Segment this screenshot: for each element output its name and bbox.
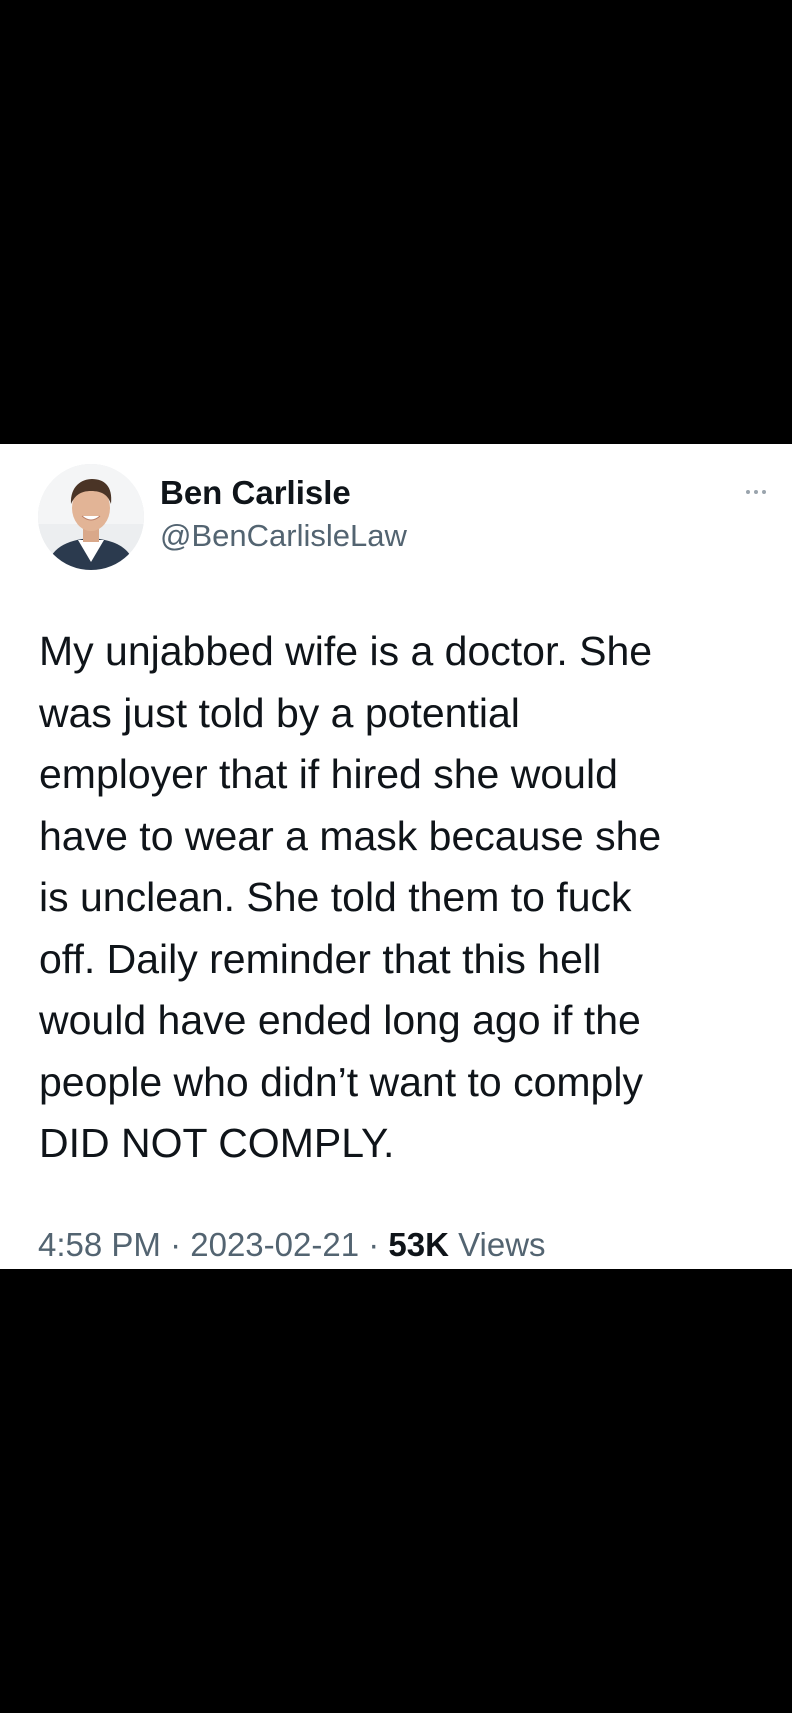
tweet-meta: 4:58 PM · 2023-02-21 · 53K Views: [38, 1226, 546, 1264]
views-label: Views: [458, 1226, 546, 1263]
views-count: 53K: [388, 1226, 449, 1263]
screen: Ben Carlisle @BenCarlisleLaw My unjabbed…: [0, 0, 792, 1713]
more-options-button[interactable]: [736, 480, 776, 504]
tweet-text: My unjabbed wife is a doctor. She was ju…: [39, 628, 662, 1166]
avatar[interactable]: [38, 464, 144, 570]
avatar-photo: [38, 464, 144, 570]
tweet-time[interactable]: 4:58 PM: [38, 1226, 161, 1263]
author-handle[interactable]: @BenCarlisleLaw: [160, 518, 407, 554]
more-horizontal-icon: [746, 490, 766, 494]
separator: ·: [368, 1226, 380, 1263]
author-name[interactable]: Ben Carlisle: [160, 474, 351, 512]
separator: ·: [170, 1226, 182, 1263]
tweet-card[interactable]: Ben Carlisle @BenCarlisleLaw My unjabbed…: [0, 444, 792, 1269]
tweet-date[interactable]: 2023-02-21: [190, 1226, 359, 1263]
